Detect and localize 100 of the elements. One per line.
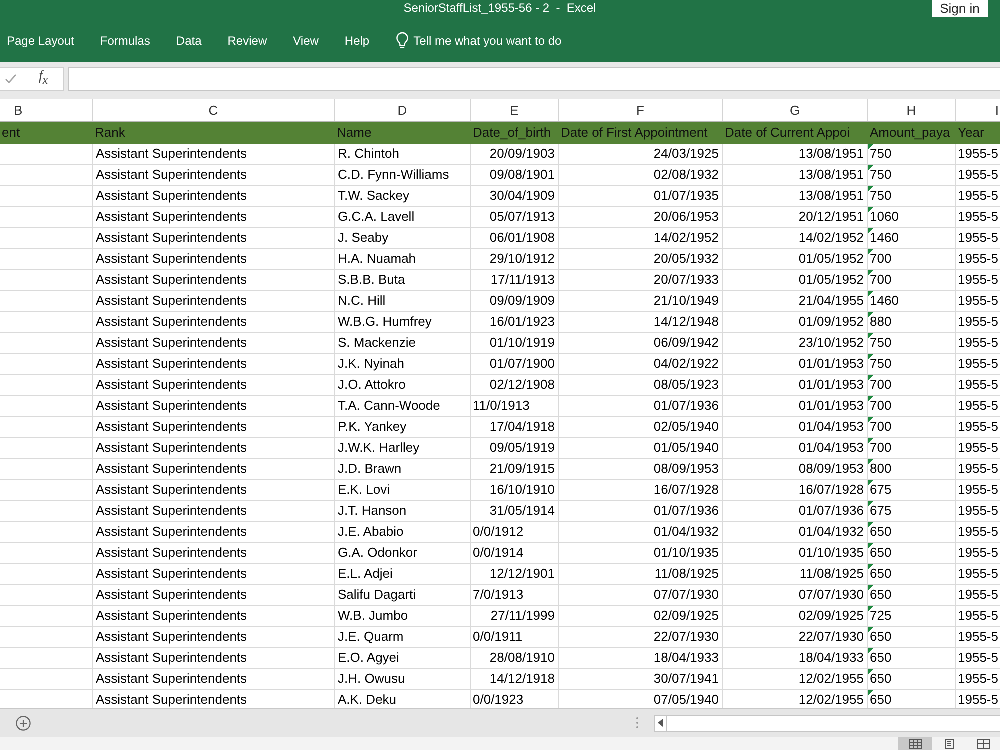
table-cell: 1955-5	[956, 144, 1000, 165]
table-cell: 06/09/1942	[559, 333, 723, 354]
table-cell: Assistant Superintendents	[93, 354, 335, 375]
table-cell: 23/10/1952	[723, 333, 868, 354]
table-cell: 0/0/1914	[471, 543, 559, 564]
ribbon-tab[interactable]: Page Layout	[7, 33, 74, 49]
table-cell: G.A. Odonkor	[335, 543, 471, 564]
table-cell: 02/12/1908	[471, 375, 559, 396]
table-cell: Assistant Superintendents	[93, 606, 335, 627]
table-cell: 1955-5	[956, 354, 1000, 375]
table-cell: 02/08/1932	[559, 165, 723, 186]
table-cell: 1955-5	[956, 501, 1000, 522]
table-cell: 01/09/1952	[723, 312, 868, 333]
table-cell: 16/01/1923	[471, 312, 559, 333]
table-cell: 29/10/1912	[471, 249, 559, 270]
check-icon[interactable]	[5, 74, 17, 84]
table-cell: 01/04/1932	[723, 522, 868, 543]
sign-in-button[interactable]: Sign in	[932, 0, 988, 17]
table-cell: 02/09/1925	[723, 606, 868, 627]
table-cell: 09/05/1919	[471, 438, 559, 459]
table-cell: 0/0/1912	[471, 522, 559, 543]
table-cell: 01/05/1952	[723, 249, 868, 270]
table-cell: 1955-5	[956, 249, 1000, 270]
table-cell: 22/07/1930	[723, 627, 868, 648]
table-cell: N.C. Hill	[335, 291, 471, 312]
ribbon-tab[interactable]: View	[293, 33, 319, 49]
table-cell: 30/07/1941	[559, 669, 723, 690]
table-cell: 1955-5	[956, 669, 1000, 690]
table-cell: R. Chintoh	[335, 144, 471, 165]
table-cell: Assistant Superintendents	[93, 522, 335, 543]
ribbon-tab[interactable]: Data	[176, 33, 202, 49]
table-cell: 01/07/1935	[559, 186, 723, 207]
table-cell: 01/01/1953	[723, 354, 868, 375]
table-cell: Assistant Superintendents	[93, 480, 335, 501]
table-cell: 09/08/1901	[471, 165, 559, 186]
table-cell: J.K. Nyinah	[335, 354, 471, 375]
table-cell: 14/02/1952	[559, 228, 723, 249]
table-cell: J. Seaby	[335, 228, 471, 249]
table-cell: 1955-5	[956, 396, 1000, 417]
view-button[interactable]	[898, 737, 932, 750]
header-cell: ent	[0, 122, 93, 144]
table-cell: T.W. Sackey	[335, 186, 471, 207]
table-cell: 01/07/1936	[723, 501, 868, 522]
table-cell: Assistant Superintendents	[93, 249, 335, 270]
table-cell: 20/06/1953	[559, 207, 723, 228]
table-cell: J.E. Quarm	[335, 627, 471, 648]
table-cell: E.L. Adjei	[335, 564, 471, 585]
table-cell: Assistant Superintendents	[93, 333, 335, 354]
table-cell: 1955-5	[956, 585, 1000, 606]
table-cell: 1955-5	[956, 291, 1000, 312]
formula-input[interactable]	[68, 67, 1000, 91]
table-cell: 01/10/1919	[471, 333, 559, 354]
table-cell: J.E. Ababio	[335, 522, 471, 543]
table-cell: J.D. Brawn	[335, 459, 471, 480]
ribbon-tab[interactable]: Formulas	[100, 33, 150, 49]
table-cell: P.K. Yankey	[335, 417, 471, 438]
header-cell: Year	[956, 122, 1000, 144]
table-cell: 1955-5	[956, 564, 1000, 585]
table-cell: Assistant Superintendents	[93, 585, 335, 606]
insert-function-button[interactable]: f$_{x}$	[39, 69, 48, 89]
header-cell: Date_of_birth	[471, 122, 559, 144]
table-cell: Salifu Dagarti	[335, 585, 471, 606]
window-title: SeniorStaffList_1955-56 - 2 - Excel	[404, 0, 596, 17]
dots-handle-icon[interactable]	[636, 717, 639, 729]
table-cell: 1955-5	[956, 648, 1000, 669]
table-cell: J.W.K. Harlley	[335, 438, 471, 459]
table-cell: 01/07/1936	[559, 396, 723, 417]
table-cell: 1955-5	[956, 165, 1000, 186]
table-cell: 01/07/1900	[471, 354, 559, 375]
table-cell: Assistant Superintendents	[93, 417, 335, 438]
table-cell: 13/08/1951	[723, 165, 868, 186]
scroll-left-button[interactable]	[654, 714, 667, 732]
table-cell: 17/11/1913	[471, 270, 559, 291]
table-cell: 01/05/1940	[559, 438, 723, 459]
header-cell: Rank	[93, 122, 335, 144]
table-cell: Assistant Superintendents	[93, 543, 335, 564]
table-cell: 18/04/1933	[559, 648, 723, 669]
table-cell: 0/0/1911	[471, 627, 559, 648]
table-cell: 01/01/1953	[723, 375, 868, 396]
table-cell: 22/07/1930	[559, 627, 723, 648]
table-cell: Assistant Superintendents	[93, 186, 335, 207]
add-sheet-button[interactable]	[16, 716, 31, 730]
table-cell: J.H. Owusu	[335, 669, 471, 690]
tell-me-search[interactable]: Tell me what you want to do	[396, 32, 562, 50]
table-cell: 16/10/1910	[471, 480, 559, 501]
table-cell: 04/02/1922	[559, 354, 723, 375]
table-cell: 1955-5	[956, 228, 1000, 249]
table-cell: 7/0/1913	[471, 585, 559, 606]
ribbon-tab[interactable]: Help	[344, 33, 370, 49]
table-cell: 08/09/1953	[723, 459, 868, 480]
table-cell: 14/12/1918	[471, 669, 559, 690]
plus-circle-icon	[16, 716, 31, 730]
table-cell: 01/10/1935	[559, 543, 723, 564]
table-cell: Assistant Superintendents	[93, 144, 335, 165]
grid-icon	[908, 738, 922, 748]
table-cell: J.T. Hanson	[335, 501, 471, 522]
table-cell: 21/04/1955	[723, 291, 868, 312]
caret-left-icon	[658, 719, 663, 727]
table-cell: 01/04/1932	[559, 522, 723, 543]
ribbon-tab[interactable]: Review	[228, 33, 268, 49]
